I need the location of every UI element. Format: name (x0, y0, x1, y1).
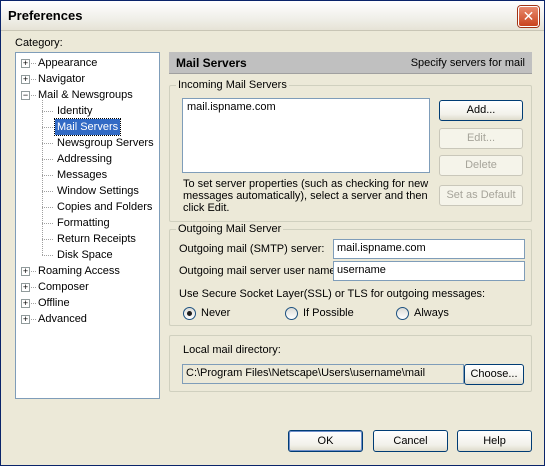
delete-server-button[interactable]: Delete (439, 155, 523, 176)
help-button[interactable]: Help (457, 430, 532, 452)
tree-item-label[interactable]: Newsgroup Servers (55, 135, 156, 151)
tree-item-label[interactable]: Return Receipts (55, 231, 138, 247)
local-directory-label: Local mail directory: (183, 344, 281, 356)
smtp-username-label: Outgoing mail server user name: (179, 265, 339, 277)
ssl-always-label[interactable]: Always (414, 307, 449, 319)
tree-item-label[interactable]: Appearance (36, 55, 99, 71)
tree-item[interactable]: + Composer (16, 279, 159, 295)
collapse-icon[interactable]: − (21, 91, 30, 100)
tree-item[interactable]: − Mail & Newsgroups (16, 87, 159, 103)
tree-connector (42, 207, 53, 208)
ssl-always-radio[interactable] (396, 307, 409, 320)
category-tree[interactable]: + Appearance + Navigator − Mail & Newsgroups I… (15, 52, 160, 399)
set-default-button[interactable]: Set as Default (439, 185, 523, 206)
outgoing-server-group: Outgoing Mail Server Outgoing mail (SMTP… (169, 223, 532, 326)
tree-item[interactable]: + Roaming Access (16, 263, 159, 279)
tree-item-label[interactable]: Navigator (36, 71, 87, 87)
tree-item[interactable]: + Navigator (16, 71, 159, 87)
tree-item[interactable]: Disk Space (16, 247, 159, 263)
close-button[interactable]: ✕ (518, 6, 539, 27)
smtp-username-field[interactable]: username (333, 261, 525, 281)
tree-connector (42, 143, 53, 144)
tree-item[interactable]: Addressing (16, 151, 159, 167)
tree-item-label[interactable]: Disk Space (55, 247, 115, 263)
tree-connector (42, 255, 53, 256)
expand-icon[interactable]: + (21, 299, 30, 308)
tree-item[interactable]: + Offline (16, 295, 159, 311)
tree-item-label[interactable]: Addressing (55, 151, 114, 167)
ssl-never-label[interactable]: Never (201, 307, 230, 319)
tree-item[interactable]: + Appearance (16, 55, 159, 71)
tree-item[interactable]: Window Settings (16, 183, 159, 199)
cancel-button[interactable]: Cancel (373, 430, 448, 452)
tree-item[interactable]: Mail Servers (16, 118, 159, 136)
tree-item[interactable]: Messages (16, 167, 159, 183)
ssl-label: Use Secure Socket Layer(SSL) or TLS for … (179, 288, 486, 300)
window-title: Preferences (8, 8, 83, 23)
tree-item-label[interactable]: Mail & Newsgroups (36, 87, 135, 103)
tree-item-label[interactable]: Advanced (36, 311, 89, 327)
local-directory-panel: Local mail directory: C:\Program Files\N… (169, 335, 532, 392)
incoming-help-text: To set server properties (such as checki… (183, 178, 429, 214)
tree-connector (42, 223, 53, 224)
tree-item-label[interactable]: Formatting (55, 215, 112, 231)
tree-connector (42, 175, 53, 176)
choose-directory-button[interactable]: Choose... (464, 364, 524, 385)
incoming-servers-legend: Incoming Mail Servers (176, 79, 289, 91)
local-directory-path: C:\Program Files\Netscape\Users\username… (182, 364, 464, 384)
tree-item[interactable]: Return Receipts (16, 231, 159, 247)
list-item[interactable]: mail.ispname.com (187, 101, 276, 113)
panel-description: Specify servers for mail (410, 57, 525, 69)
expand-icon[interactable]: + (21, 59, 30, 68)
tree-item[interactable]: Identity (16, 103, 159, 119)
ssl-never-radio[interactable] (183, 307, 196, 320)
incoming-server-list[interactable]: mail.ispname.com (182, 98, 430, 173)
tree-item-label[interactable]: Identity (55, 103, 94, 119)
category-label: Category: (15, 37, 63, 49)
expand-icon[interactable]: + (21, 315, 30, 324)
tree-item[interactable]: + Advanced (16, 311, 159, 327)
expand-icon[interactable]: + (21, 283, 30, 292)
incoming-servers-group: Incoming Mail Servers mail.ispname.com A… (169, 79, 532, 222)
tree-item-label[interactable]: Copies and Folders (55, 199, 154, 215)
tree-item-label[interactable]: Composer (36, 279, 91, 295)
tree-connector (42, 159, 53, 160)
close-icon: ✕ (522, 8, 535, 24)
ok-button[interactable]: OK (288, 430, 363, 452)
ssl-if-possible-label[interactable]: If Possible (303, 307, 354, 319)
edit-server-button[interactable]: Edit... (439, 128, 523, 149)
smtp-server-field[interactable]: mail.ispname.com (333, 239, 525, 259)
title-bar: Preferences ✕ (1, 1, 544, 31)
tree-item[interactable]: Newsgroup Servers (16, 135, 159, 151)
expand-icon[interactable]: + (21, 75, 30, 84)
tree-connector (42, 191, 53, 192)
tree-connector (42, 100, 43, 255)
preferences-window: Preferences ✕ Category: + Appearance + Navi… (0, 0, 545, 466)
smtp-server-label: Outgoing mail (SMTP) server: (179, 243, 325, 255)
tree-item-label[interactable]: Messages (55, 167, 109, 183)
tree-connector (42, 111, 53, 112)
expand-icon[interactable]: + (21, 267, 30, 276)
tree-item-label[interactable]: Offline (36, 295, 72, 311)
panel-title: Mail Servers (176, 56, 247, 70)
tree-connector (42, 239, 53, 240)
tree-item-label[interactable]: Mail Servers (53, 118, 122, 136)
tree-connector (42, 127, 53, 128)
outgoing-server-legend: Outgoing Mail Server (176, 223, 284, 235)
tree-item[interactable]: Copies and Folders (16, 199, 159, 215)
add-server-button[interactable]: Add... (439, 100, 523, 121)
tree-item-label[interactable]: Roaming Access (36, 263, 122, 279)
tree-item-label[interactable]: Window Settings (55, 183, 141, 199)
panel-header: Mail Servers Specify servers for mail (169, 52, 532, 74)
tree-item[interactable]: Formatting (16, 215, 159, 231)
ssl-if-possible-radio[interactable] (285, 307, 298, 320)
